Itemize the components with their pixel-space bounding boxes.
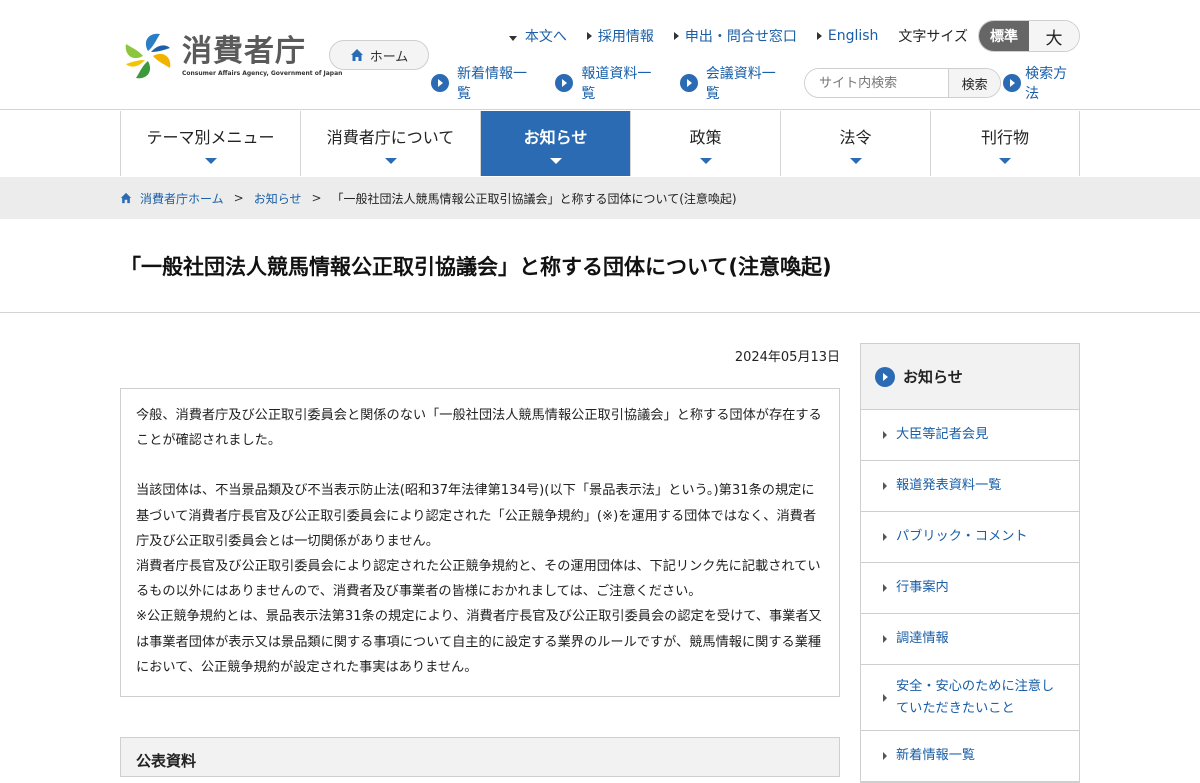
caret-down-icon [699, 157, 712, 164]
documents-heading: 公表資料 [120, 737, 840, 778]
sidebar-item-public-comment[interactable]: パブリック・コメント [861, 512, 1079, 563]
breadcrumb: 消費者庁ホーム > お知らせ > 「一般社団法人競馬情報公正取引協議会」と称する… [0, 177, 1200, 219]
arrow-right-icon [673, 32, 679, 40]
breadcrumb-separator: > [233, 191, 244, 205]
search-help-link[interactable]: 検索方法 [1003, 63, 1080, 103]
site-search: 検索 [804, 68, 1002, 98]
font-size-standard-button[interactable]: 標準 [979, 21, 1029, 51]
home-button-label: ホーム [369, 49, 409, 65]
home-icon [120, 192, 132, 204]
logo-title: 消費者庁 [182, 33, 306, 69]
contact-link[interactable]: 申出・問合せ窓口 [673, 26, 797, 46]
circle-arrow-icon [875, 366, 895, 387]
logo-subtitle: Consumer Affairs Agency, Government of J… [182, 69, 343, 77]
page-title: 「一般社団法人競馬情報公正取引協議会」と称する団体について(注意喚起) [120, 254, 832, 279]
arrow-right-icon [883, 693, 887, 702]
sidebar-item-safety[interactable]: 安全・安心のために注意していただきたいこと [861, 665, 1079, 731]
sidebar-heading: お知らせ [861, 344, 1079, 410]
caret-down-icon [849, 157, 862, 164]
publish-date: 2024年05月13日 [734, 350, 840, 365]
arrow-right-icon [883, 431, 887, 439]
gnav-notices[interactable]: お知らせ [481, 111, 631, 176]
circle-arrow-icon [1003, 74, 1022, 92]
breadcrumb-separator: > [311, 191, 322, 205]
notice-paragraph: ※公正競争規約とは、景品表示法第31条の規定により、消費者庁長官及び公正取引委員… [136, 609, 822, 675]
font-size-label: 文字サイズ [898, 29, 968, 45]
site-header: 消費者庁 Consumer Affairs Agency, Government… [0, 0, 1200, 110]
font-size-toggle: 標準 大 [978, 20, 1080, 52]
logo-pinwheel-icon [125, 33, 171, 79]
notice-box: 今般、消費者庁及び公正取引委員会と関係のない「一般社団法人競馬情報公正取引協議会… [120, 388, 840, 698]
gnav-theme-menu[interactable]: テーマ別メニュー [121, 111, 301, 176]
sidebar: お知らせ 大臣等記者会見 報道発表資料一覧 パブリック・コメント 行事案内 調達… [860, 343, 1080, 783]
notice-paragraph: 今般、消費者庁及び公正取引委員会と関係のない「一般社団法人競馬情報公正取引協議会… [136, 408, 822, 449]
gnav-law[interactable]: 法令 [781, 111, 931, 176]
home-icon [350, 49, 363, 61]
arrow-right-icon [816, 32, 822, 40]
news-list-link[interactable]: 新着情報一覧 [431, 63, 539, 103]
breadcrumb-current: 「一般社団法人競馬情報公正取引協議会」と称する団体について(注意喚起) [331, 191, 737, 206]
circle-arrow-icon [431, 74, 449, 92]
secondary-links: 新着情報一覧 報道資料一覧 会議資料一覧 検索 検索方法 [431, 63, 1080, 103]
gnav-policy[interactable]: 政策 [631, 111, 781, 176]
gnav-publications[interactable]: 刊行物 [931, 111, 1080, 176]
arrow-right-icon [586, 32, 592, 40]
skip-to-main-link[interactable]: 本文へ [508, 26, 567, 46]
recruit-link[interactable]: 採用情報 [586, 26, 654, 46]
caret-down-icon [384, 157, 397, 164]
notice-paragraph: 当該団体は、不当景品類及び不当表示防止法(昭和37年法律第134号)(以下「景品… [136, 483, 817, 549]
font-size-large-button[interactable]: 大 [1029, 21, 1079, 51]
title-band: 「一般社団法人競馬情報公正取引協議会」と称する団体について(注意喚起) [0, 219, 1200, 313]
gnav-about[interactable]: 消費者庁について [301, 111, 481, 176]
caret-down-icon [999, 157, 1011, 164]
sidebar-item-events[interactable]: 行事案内 [861, 563, 1079, 614]
chevron-down-icon [508, 35, 517, 41]
sidebar-item-press-releases[interactable]: 報道発表資料一覧 [861, 461, 1079, 512]
caret-down-icon [204, 157, 217, 164]
sidebar-item-procurement[interactable]: 調達情報 [861, 614, 1079, 665]
sidebar-item-press-conference[interactable]: 大臣等記者会見 [861, 410, 1079, 461]
utility-links: 本文へ 採用情報 申出・問合せ窓口 English 文字サイズ 標準 大 [489, 20, 1080, 52]
breadcrumb-home-link[interactable]: 消費者庁ホーム [140, 190, 224, 207]
search-button[interactable]: 検索 [948, 69, 1001, 97]
global-nav: テーマ別メニュー 消費者庁について お知らせ 政策 法令 刊行物 [120, 111, 1080, 176]
arrow-right-icon [883, 584, 887, 592]
circle-arrow-icon [555, 74, 574, 92]
caret-down-icon [549, 157, 562, 164]
english-link[interactable]: English [816, 28, 878, 44]
press-list-link[interactable]: 報道資料一覧 [555, 63, 663, 103]
notice-paragraph: 消費者庁長官及び公正取引委員会により認定された公正競争規約と、その運用団体は、下… [136, 559, 821, 600]
search-input[interactable] [805, 69, 949, 97]
breadcrumb-notice-link[interactable]: お知らせ [254, 190, 302, 207]
site-logo[interactable]: 消費者庁 Consumer Affairs Agency, Government… [120, 30, 342, 82]
meeting-list-link[interactable]: 会議資料一覧 [679, 63, 788, 103]
main-content: 2024年05月13日 今般、消費者庁及び公正取引委員会と関係のない「一般社団法… [120, 313, 840, 778]
home-button[interactable]: ホーム [329, 40, 429, 70]
arrow-right-icon [883, 635, 887, 643]
arrow-right-icon [883, 533, 887, 541]
sidebar-item-news[interactable]: 新着情報一覧 [861, 731, 1079, 782]
arrow-right-icon [883, 752, 887, 760]
circle-arrow-icon [679, 74, 698, 92]
arrow-right-icon [883, 482, 887, 490]
